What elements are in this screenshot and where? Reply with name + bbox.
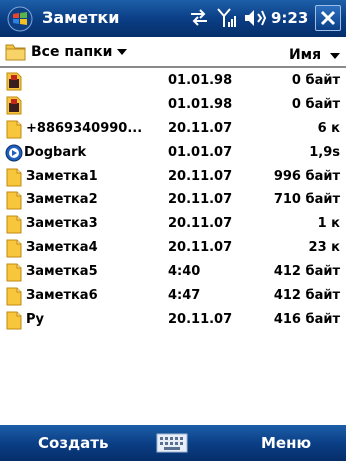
file-date: 20.11.07	[168, 168, 233, 184]
file-name: Заметка2	[26, 192, 98, 208]
app-title: Заметки	[42, 8, 120, 27]
file-date: 20.11.07	[168, 240, 233, 256]
list-item[interactable]: Заметка3 20.11.07 1 к	[0, 212, 346, 236]
note-icon	[6, 168, 22, 187]
file-size: 23 к	[308, 240, 340, 256]
folder-label: Все папки	[31, 44, 113, 60]
note-icon	[6, 263, 22, 282]
list-item[interactable]: 01.01.98 0 байт	[0, 93, 346, 117]
file-size: 416 байт	[273, 311, 340, 327]
list-item[interactable]: +8869340990... 20.11.07 6 к	[0, 117, 346, 141]
file-date: 20.11.07	[168, 120, 233, 136]
file-name: Заметка6	[26, 288, 98, 304]
note-icon	[6, 120, 22, 139]
file-size: 996 байт	[273, 168, 340, 184]
voice-note-icon	[6, 96, 22, 115]
file-name: Заметка5	[26, 264, 98, 280]
title-bar: Заметки 9:23	[0, 0, 346, 37]
chevron-down-icon	[117, 49, 128, 55]
filter-bar: Все папки Имя	[0, 37, 346, 68]
note-icon	[6, 239, 22, 258]
note-icon	[6, 191, 22, 210]
file-name: Ру	[26, 311, 45, 327]
folder-icon	[5, 44, 26, 61]
menu-bar: Создать Меню	[0, 425, 346, 461]
chevron-down-icon	[330, 53, 340, 59]
note-icon	[6, 215, 22, 234]
file-name: +8869340990...	[26, 120, 143, 136]
file-date: 01.01.07	[168, 144, 233, 160]
file-date: 20.11.07	[168, 311, 233, 327]
note-icon	[6, 287, 22, 306]
sort-dropdown[interactable]: Имя	[289, 47, 340, 63]
file-size: 0 байт	[291, 73, 340, 88]
file-date: 4:47	[168, 288, 201, 304]
sort-label: Имя	[288, 47, 322, 63]
file-name: Dogbark	[24, 144, 87, 160]
file-date: 20.11.07	[168, 192, 233, 208]
create-soft-key[interactable]: Создать	[38, 434, 108, 452]
list-item[interactable]: 01.01.98 0 байт	[0, 69, 346, 93]
file-size: 0 байт	[291, 96, 340, 112]
voice-note-icon	[6, 72, 22, 91]
file-date: 01.01.98	[168, 73, 233, 88]
list-item[interactable]: Ру 20.11.07 416 байт	[0, 308, 346, 332]
media-icon	[5, 144, 23, 162]
file-date: 4:40	[168, 264, 201, 280]
file-list: 01.01.98 0 байт 01.01.98 0 байт +8869340…	[0, 69, 346, 332]
signal-strength-icon[interactable]	[216, 6, 238, 30]
file-size: 1,9s	[309, 144, 340, 160]
file-size: 1 к	[317, 216, 340, 232]
file-name: Заметка4	[26, 240, 98, 256]
list-item[interactable]: Заметка5 4:40 412 байт	[0, 260, 346, 284]
folder-dropdown[interactable]: Все папки	[4, 41, 128, 63]
file-name: Заметка3	[26, 216, 98, 232]
keyboard-icon[interactable]	[156, 433, 188, 453]
menu-soft-key[interactable]: Меню	[261, 434, 311, 452]
close-icon	[320, 10, 336, 26]
close-button[interactable]	[315, 5, 341, 31]
start-menu-icon[interactable]	[7, 6, 33, 32]
file-size: 710 байт	[273, 192, 340, 208]
file-name: Заметка1	[26, 168, 98, 184]
file-size: 412 байт	[273, 264, 340, 280]
file-date: 01.01.98	[168, 96, 233, 112]
connectivity-icon[interactable]	[188, 6, 210, 30]
list-item[interactable]: Dogbark 01.01.07 1,9s	[0, 141, 346, 165]
list-item[interactable]: Заметка2 20.11.07 710 байт	[0, 188, 346, 212]
list-item[interactable]: Заметка6 4:47 412 байт	[0, 284, 346, 308]
list-item[interactable]: Заметка4 20.11.07 23 к	[0, 236, 346, 260]
list-item[interactable]: Заметка1 20.11.07 996 байт	[0, 165, 346, 189]
note-icon	[6, 311, 22, 330]
file-date: 20.11.07	[168, 216, 233, 232]
file-size: 6 к	[317, 120, 340, 136]
clock[interactable]: 9:23	[271, 9, 308, 27]
volume-icon[interactable]	[243, 6, 267, 30]
file-size: 412 байт	[273, 288, 340, 304]
